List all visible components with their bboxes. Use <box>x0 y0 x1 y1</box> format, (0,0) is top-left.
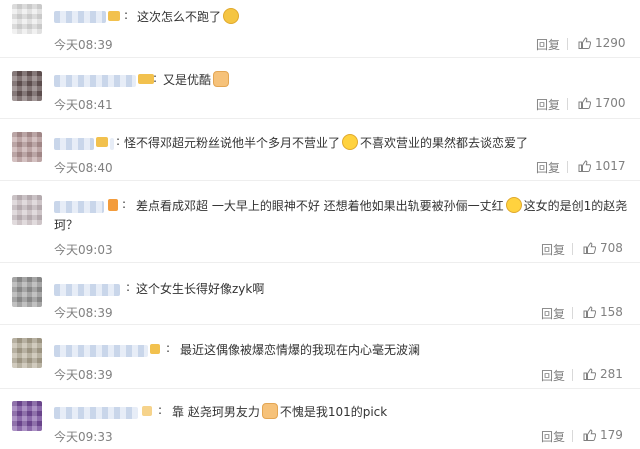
divider <box>572 307 573 319</box>
pray-hands-icon <box>213 71 230 87</box>
reply-button[interactable]: 回复 <box>536 96 560 113</box>
separator: : <box>126 280 131 294</box>
avatar[interactable] <box>12 338 42 368</box>
comment-text: 怪不得邓超元粉丝说他半个多月不营业了 不喜欢营业的果然都去谈恋爱了 <box>124 134 528 153</box>
timestamp: 今天08:40 <box>54 161 113 175</box>
comment-item: : 这次怎么不跑了 今天08:39 回复 1290 <box>0 0 640 58</box>
timestamp: 今天08:39 <box>54 368 113 382</box>
like-count: 1017 <box>595 159 626 173</box>
member-badge-icon <box>96 137 108 147</box>
comment-text: 差点看成邓超 一大早上的眼神不好 还想着他如果出轨要被孙俪一丈红 这女的是创1的赵… <box>136 197 627 216</box>
avatar[interactable] <box>12 401 42 431</box>
like-count: 708 <box>600 241 623 255</box>
thumbs-up-icon[interactable] <box>583 306 596 318</box>
member-badge-icon <box>142 406 152 416</box>
comment-text-part: 这次怎么不跑了 <box>137 10 222 24</box>
reply-button[interactable]: 回复 <box>541 305 565 322</box>
separator: : <box>124 8 129 22</box>
comment-text: 这次怎么不跑了 <box>137 8 241 27</box>
divider <box>567 38 568 50</box>
comment-text-part: 这个女生长得好像zyk啊 <box>136 282 265 296</box>
comment-text: 又是优酷 <box>163 71 231 90</box>
divider <box>572 243 573 255</box>
thumbs-up-icon[interactable] <box>578 37 591 49</box>
timestamp: 今天09:33 <box>54 430 113 444</box>
reply-button[interactable]: 回复 <box>536 36 560 53</box>
reply-button[interactable]: 回复 <box>541 428 565 445</box>
comment-text-part: 怪不得邓超元粉丝说他半个多月不营业了 <box>124 136 341 150</box>
timestamp: 今天09:03 <box>54 243 113 257</box>
member-badge-icon <box>138 74 154 84</box>
divider <box>567 98 568 110</box>
comment-text-part: 这女的是创1的赵尧 <box>523 199 628 213</box>
comment-text-part: 珂？ <box>54 218 79 232</box>
comment-text-part: 靠 赵尧珂男友力 <box>172 405 260 419</box>
thumbs-up-icon[interactable] <box>583 368 596 380</box>
comment-text-part: 不喜欢营业的果然都去谈恋爱了 <box>360 136 529 150</box>
username[interactable] <box>110 138 114 150</box>
comment-item: : 又是优酷 今天08:41 回复 1700 <box>0 58 640 119</box>
reply-button[interactable]: 回复 <box>541 367 565 384</box>
separator: : <box>153 71 158 85</box>
separator: : <box>116 134 121 148</box>
divider <box>567 161 568 173</box>
comment-item: : 差点看成邓超 一大早上的眼神不好 还想着他如果出轨要被孙俪一丈红 这女的是创1… <box>0 181 640 263</box>
separator: : <box>158 403 163 417</box>
username[interactable] <box>54 407 138 419</box>
username[interactable] <box>54 75 136 87</box>
member-badge-icon <box>108 199 118 211</box>
reply-button[interactable]: 回复 <box>541 241 565 258</box>
member-badge-icon <box>108 11 120 21</box>
comment-text-part: 最近这偶像被爆恋情爆的我现在内心毫无波澜 <box>180 343 421 357</box>
thumbs-up-icon[interactable] <box>578 160 591 172</box>
avatar[interactable] <box>12 277 42 307</box>
comment-item: : 这个女生长得好像zyk啊 今天08:39 回复 158 <box>0 263 640 325</box>
comment-item: : 怪不得邓超元粉丝说他半个多月不营业了 不喜欢营业的果然都去谈恋爱了 今天08:… <box>0 119 640 181</box>
timestamp: 今天08:39 <box>54 306 113 320</box>
comment-text-part: 又是优酷 <box>163 73 212 87</box>
reply-button[interactable]: 回复 <box>536 159 560 176</box>
comment-text-part: 不愧是我101的pick <box>279 405 388 419</box>
like-count: 281 <box>600 367 623 381</box>
avatar[interactable] <box>12 132 42 162</box>
comment-item: : 靠 赵尧珂男友力 不愧是我101的pick 今天09:33 回复 179 <box>0 389 640 449</box>
crying-laughing-icon <box>505 197 522 213</box>
separator: : <box>122 197 127 211</box>
like-count: 158 <box>600 305 623 319</box>
crying-laughing-icon <box>342 134 359 150</box>
username[interactable] <box>54 138 94 150</box>
thumbs-up-icon[interactable] <box>583 429 596 441</box>
like-count: 1700 <box>595 96 626 110</box>
thumbs-up-icon[interactable] <box>578 97 591 109</box>
cat-face-icon <box>223 8 240 24</box>
member-badge-icon <box>150 344 160 354</box>
username[interactable] <box>54 201 104 213</box>
like-count: 179 <box>600 428 623 442</box>
like-count: 1290 <box>595 36 626 50</box>
timestamp: 今天08:39 <box>54 38 113 52</box>
comment-item: : 最近这偶像被爆恋情爆的我现在内心毫无波澜 今天08:39 回复 281 <box>0 325 640 389</box>
divider <box>572 369 573 381</box>
avatar[interactable] <box>12 71 42 101</box>
comment-text-part: 差点看成邓超 一大早上的眼神不好 还想着他如果出轨要被孙俪一丈红 <box>136 199 504 213</box>
timestamp: 今天08:41 <box>54 98 113 112</box>
comment-text: 最近这偶像被爆恋情爆的我现在内心毫无波澜 <box>180 341 420 360</box>
thumbs-up-icon[interactable] <box>583 242 596 254</box>
username[interactable] <box>54 284 120 296</box>
comment-text: 靠 赵尧珂男友力 不愧是我101的pick <box>172 403 387 422</box>
divider <box>572 430 573 442</box>
comment-text-continued: 珂？ <box>54 216 78 235</box>
username[interactable] <box>54 345 148 357</box>
username[interactable] <box>54 11 106 23</box>
separator: : <box>166 341 171 355</box>
avatar[interactable] <box>12 195 42 225</box>
comment-text: 这个女生长得好像zyk啊 <box>136 280 264 299</box>
thumbs-up-emoji-icon <box>261 403 278 419</box>
avatar[interactable] <box>12 4 42 34</box>
